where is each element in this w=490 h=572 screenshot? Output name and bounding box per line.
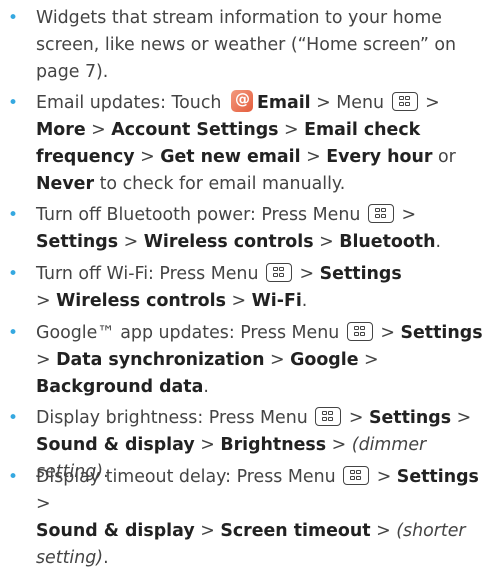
bullet-icon: • [8,205,19,225]
list-item-timeout: • Display timeout delay: Press Menu > Se… [8,464,486,572]
bullet-icon: • [8,408,19,428]
bullet-icon: • [8,323,19,343]
bullet-icon: • [8,467,19,487]
menu-key-icon [315,407,342,426]
bullet-icon: • [8,93,19,113]
list-item-bluetooth: • Turn off Bluetooth power: Press Menu >… [8,202,486,256]
page: • Widgets that stream information to you… [0,0,490,568]
bullet-icon: • [8,264,19,284]
menu-key-icon [367,204,394,223]
menu-key-icon [343,466,370,485]
widgets-text: Widgets that stream information to your … [36,8,457,82]
menu-key-icon [391,92,418,111]
list-item-email-updates: • Email updates: Touch Email > Menu > Mo… [8,86,486,198]
email-app-icon [230,86,253,113]
list-item-wifi: • Turn off Wi-Fi: Press Menu > Settings … [8,261,486,315]
bullet-icon: • [8,8,19,28]
menu-key-icon [266,263,292,282]
list-item-google-updates: • Google™ app updates: Press Menu > Sett… [8,320,486,401]
list-item-widgets: • Widgets that stream information to you… [8,5,486,86]
menu-key-icon [346,322,373,341]
